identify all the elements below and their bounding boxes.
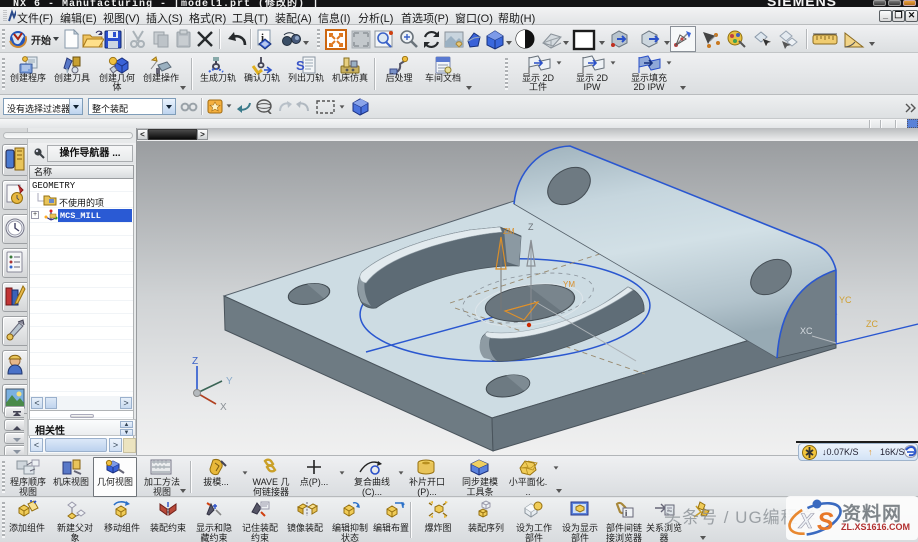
svg-text:Z: Z xyxy=(192,356,198,367)
svg-text:S: S xyxy=(296,58,305,73)
svg-text:X: X xyxy=(220,402,227,413)
svg-text:Z: Z xyxy=(528,222,534,232)
svg-text:S: S xyxy=(817,508,834,536)
svg-text:ZC: ZC xyxy=(866,319,878,329)
svg-text:XC: XC xyxy=(800,326,813,336)
svg-text:i: i xyxy=(625,509,627,518)
svg-text:X: X xyxy=(798,510,815,533)
svg-text:YC: YC xyxy=(839,295,852,305)
svg-text:ZM: ZM xyxy=(503,227,515,236)
svg-text:YM: YM xyxy=(563,280,575,289)
svg-text:Y: Y xyxy=(226,376,233,387)
